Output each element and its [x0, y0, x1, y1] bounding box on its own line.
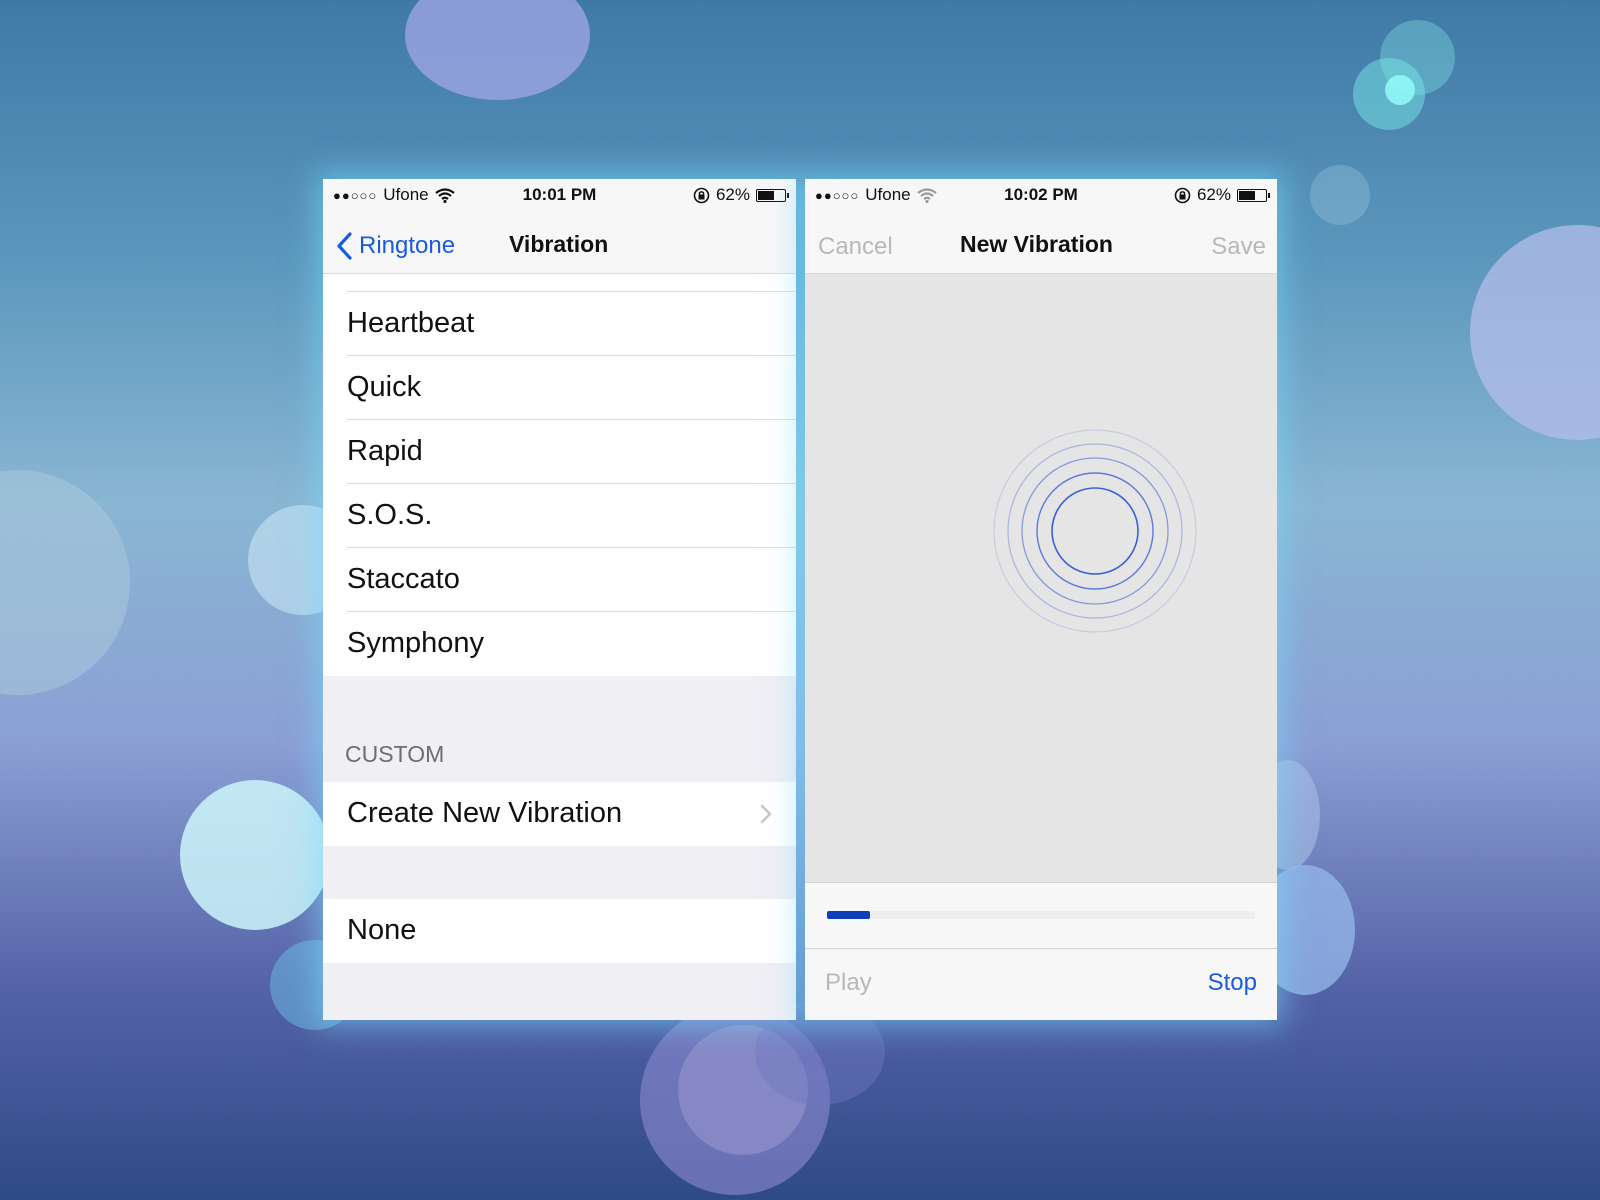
- page-title: New Vibration: [960, 231, 1113, 257]
- create-new-vibration-item[interactable]: Create New Vibration: [323, 782, 796, 846]
- vibration-list-screen: ●●○○○ Ufone 10:01 PM 62% Ringtone Vibrat…: [323, 179, 796, 1020]
- section-header-custom: CUSTOM: [345, 741, 445, 767]
- chevron-left-icon: [337, 232, 352, 260]
- status-bar: ●●○○○ Ufone 10:02 PM 62%: [805, 179, 1277, 213]
- touch-ripple-icon: [993, 429, 1197, 633]
- save-button[interactable]: Save: [1211, 233, 1266, 261]
- battery-icon: [1237, 188, 1270, 202]
- list-item[interactable]: Symphony: [347, 612, 796, 676]
- cancel-button[interactable]: Cancel: [818, 233, 893, 261]
- list-item[interactable]: Quick: [347, 356, 796, 420]
- navigation-bar: Ringtone Vibration: [323, 213, 796, 274]
- rotation-lock-icon: [1174, 187, 1191, 203]
- navigation-bar: Cancel New Vibration Save: [805, 213, 1277, 274]
- new-vibration-screen: ●●○○○ Ufone 10:02 PM 62% Cancel New Vibr…: [805, 179, 1277, 1020]
- list-item[interactable]: Rapid: [347, 420, 796, 484]
- play-button[interactable]: Play: [825, 969, 872, 997]
- progress-track: [827, 911, 1255, 919]
- vibration-record-area[interactable]: [805, 274, 1277, 882]
- list-item[interactable]: Staccato: [347, 548, 796, 612]
- page-title: Vibration: [509, 231, 609, 257]
- playback-toolbar: Play Stop: [805, 949, 1277, 1020]
- list-item-partial: [323, 274, 796, 292]
- progress-fill: [827, 911, 870, 919]
- none-list: None: [323, 899, 796, 963]
- list-item[interactable]: Heartbeat: [347, 292, 796, 356]
- list-item[interactable]: S.O.S.: [347, 484, 796, 548]
- back-button[interactable]: Ringtone: [335, 231, 455, 261]
- create-new-vibration-label: Create New Vibration: [347, 797, 623, 829]
- battery-icon: [756, 188, 789, 202]
- battery-percent: 62%: [715, 185, 750, 204]
- back-button-label: Ringtone: [359, 232, 456, 259]
- standard-vibrations-list: Heartbeat Quick Rapid S.O.S. Staccato Sy…: [323, 292, 796, 676]
- custom-vibrations-list: Create New Vibration: [323, 782, 796, 846]
- stop-button[interactable]: Stop: [1208, 969, 1257, 997]
- battery-percent: 62%: [1196, 185, 1231, 204]
- playback-progress-bar: [805, 882, 1277, 949]
- none-item[interactable]: None: [347, 899, 796, 963]
- chevron-right-icon: [760, 804, 772, 824]
- rotation-lock-icon: [693, 187, 710, 203]
- status-bar: ●●○○○ Ufone 10:01 PM 62%: [323, 179, 796, 213]
